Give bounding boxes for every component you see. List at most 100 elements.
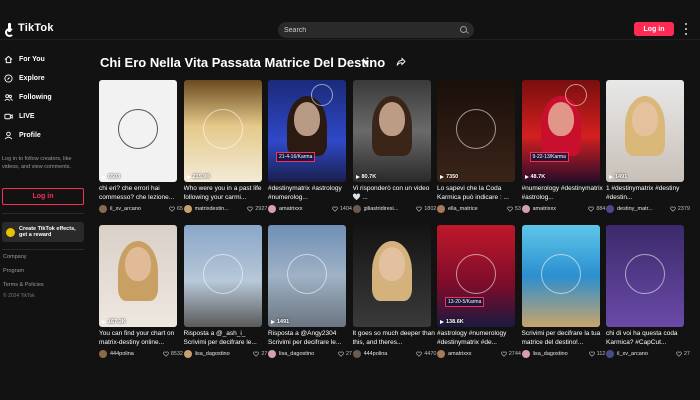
author-name[interactable]: 444polina — [364, 351, 415, 357]
video-thumbnail[interactable]: 21-4-16/Karma — [268, 80, 346, 182]
chevron-down-icon[interactable] — [363, 61, 369, 65]
avatar[interactable] — [352, 349, 361, 358]
author-name[interactable]: destiny_matr... — [617, 206, 668, 212]
video-description[interactable]: #destinymatrix #astrology #numerolog... — [268, 185, 352, 202]
video-thumbnail[interactable]: 7350 — [437, 80, 515, 182]
search-input[interactable] — [278, 22, 454, 38]
video-description[interactable]: Who were you in a past life following yo… — [184, 185, 268, 202]
sidebar-login-button[interactable]: Log in — [2, 188, 84, 205]
avatar[interactable] — [606, 349, 614, 358]
search-icon[interactable] — [460, 26, 467, 33]
avatar[interactable] — [268, 204, 276, 213]
avatar[interactable] — [99, 349, 107, 358]
play-icon — [102, 320, 106, 324]
video-description[interactable]: #astrology #numerology #destinymatrix #d… — [437, 330, 521, 347]
sidebar-item-for-you[interactable]: For You — [4, 52, 45, 66]
video-thumbnail[interactable]: 167.3K — [99, 225, 177, 327]
author-name[interactable]: amatrixxx — [279, 206, 330, 212]
heart-icon — [500, 351, 507, 357]
video-card[interactable]: Scrivimi per decifrare la tua matrice de… — [521, 225, 606, 359]
video-card[interactable]: chi di voi ha questa coda Karmica? #CapC… — [606, 225, 690, 359]
login-button[interactable]: Log in — [634, 22, 674, 36]
video-thumbnail[interactable] — [606, 225, 684, 327]
video-card[interactable]: 1491 Risposta a @Angy2304 Scrivimi per de… — [268, 225, 352, 359]
video-thumbnail[interactable]: 215.9K — [183, 80, 262, 182]
video-card[interactable]: 1491 1 #destinymatrix #destiny #destin...… — [606, 80, 690, 214]
thumbnail-face — [294, 102, 320, 137]
author-name[interactable]: amatrixxx — [533, 206, 587, 212]
effects-banner[interactable]: Create TikTok effects, get a reward — [2, 222, 84, 242]
video-description[interactable]: Vi risponderò con un video 🤍 ... — [353, 185, 437, 202]
footer-link-program[interactable]: Program — [3, 268, 24, 274]
video-thumbnail[interactable] — [352, 225, 431, 327]
avatar[interactable] — [183, 349, 192, 358]
author-name[interactable]: lisa_dagostino — [279, 351, 336, 357]
view-count-value: 48.7K — [530, 174, 546, 180]
video-card[interactable]: 9-22-13/Karma 48.7K #numerology #destinyma… — [521, 80, 606, 214]
author-name[interactable]: amatrixxx — [448, 351, 499, 357]
avatar[interactable] — [606, 204, 614, 213]
like-count: 27 — [261, 350, 268, 357]
video-card[interactable]: 80.7K Vi risponderò con un video 🤍 ... gil… — [352, 80, 437, 214]
video-thumbnail[interactable]: 9-22-13/Karma 48.7K — [521, 80, 600, 182]
video-card[interactable]: 215.9K Who were you in a past life follow… — [183, 80, 268, 214]
video-description[interactable]: 1 #destinymatrix #destiny #destin... — [606, 185, 690, 202]
video-card[interactable]: Risposta a @_ash_i_ Scrivimi per decifra… — [183, 225, 268, 359]
video-description[interactable]: Scrivimi per decifrare la tua matrice de… — [522, 330, 606, 347]
video-card[interactable]: It goes so much deeper than this, and th… — [352, 225, 437, 359]
avatar[interactable] — [268, 349, 276, 358]
more-options-icon[interactable] — [684, 23, 687, 35]
sidebar-item-label: Following — [19, 93, 52, 101]
footer-link-company[interactable]: Company — [3, 254, 27, 260]
video-description[interactable]: It goes so much deeper than this, and th… — [353, 330, 437, 347]
video-description[interactable]: chi eri? che errori hai commesso? che le… — [99, 185, 183, 202]
video-thumbnail[interactable]: 6503 — [99, 80, 177, 182]
avatar[interactable] — [183, 204, 192, 213]
video-thumbnail[interactable] — [521, 225, 600, 327]
video-description[interactable]: Risposta a @Angy2304 Scrivimi per decifr… — [268, 330, 352, 347]
video-card[interactable]: 167.3K You can find your chart on matrix-… — [99, 225, 183, 359]
video-thumbnail[interactable]: 13-20-5/Karma 138.6K — [437, 225, 515, 327]
author-name[interactable]: giliastridiresi... — [364, 206, 415, 212]
video-thumbnail[interactable]: 1491 — [606, 80, 684, 182]
video-meta: ella_matrice 53 — [437, 204, 521, 213]
like-count: 2744 — [508, 350, 521, 357]
avatar[interactable] — [352, 204, 361, 213]
author-name[interactable]: lisa_dagostino — [533, 351, 587, 357]
like-count: 65 — [176, 205, 183, 212]
video-card[interactable]: 13-20-5/Karma 138.6K #astrology #numerolog… — [437, 225, 521, 359]
sidebar-item-following[interactable]: Following — [4, 90, 52, 104]
author-name[interactable]: matrixdestin... — [195, 206, 246, 212]
avatar[interactable] — [437, 349, 445, 358]
login-hint-text: Log in to follow creators, like videos, … — [2, 156, 72, 170]
footer-link-terms[interactable]: Terms & Policies — [3, 282, 44, 288]
user-icon — [4, 131, 13, 139]
live-icon — [4, 113, 13, 119]
avatar[interactable] — [521, 349, 530, 358]
author-name[interactable]: lisa_dagostino — [195, 351, 252, 357]
video-description[interactable]: You can find your chart on matrix-destin… — [99, 330, 183, 347]
video-description[interactable]: #numerology #destinymatrix #astrolog... — [522, 185, 606, 202]
author-name[interactable]: il_xv_arcano — [110, 206, 167, 212]
video-card[interactable]: 21-4-16/Karma #destinymatrix #astrology #… — [268, 80, 352, 214]
author-name[interactable]: ella_matrice — [448, 206, 505, 212]
video-meta: il_xv_arcano 27 — [606, 349, 690, 358]
avatar[interactable] — [99, 204, 107, 213]
tiktok-logo[interactable]: TikTok — [5, 22, 54, 37]
video-thumbnail[interactable]: 80.7K — [352, 80, 431, 182]
video-thumbnail[interactable]: 1491 — [268, 225, 346, 327]
sidebar-item-profile[interactable]: Profile — [4, 128, 41, 142]
video-card[interactable]: 7350 Lo sapevi che la Coda Karmica può in… — [437, 80, 521, 214]
sidebar-item-live[interactable]: LIVE — [4, 109, 35, 123]
video-description[interactable]: Risposta a @_ash_i_ Scrivimi per decifra… — [184, 330, 268, 347]
sidebar-item-explore[interactable]: Explore — [4, 71, 45, 85]
video-description[interactable]: Lo sapevi che la Coda Karmica può indica… — [437, 185, 521, 202]
video-description[interactable]: chi di voi ha questa coda Karmica? #CapC… — [606, 330, 690, 347]
avatar[interactable] — [521, 204, 530, 213]
author-name[interactable]: il_xv_arcano — [617, 351, 674, 357]
avatar[interactable] — [437, 204, 445, 213]
video-thumbnail[interactable] — [183, 225, 262, 327]
video-card[interactable]: 6503 chi eri? che errori hai commesso? ch… — [99, 80, 183, 214]
author-name[interactable]: 444polina — [110, 351, 161, 357]
share-icon[interactable] — [396, 57, 406, 67]
